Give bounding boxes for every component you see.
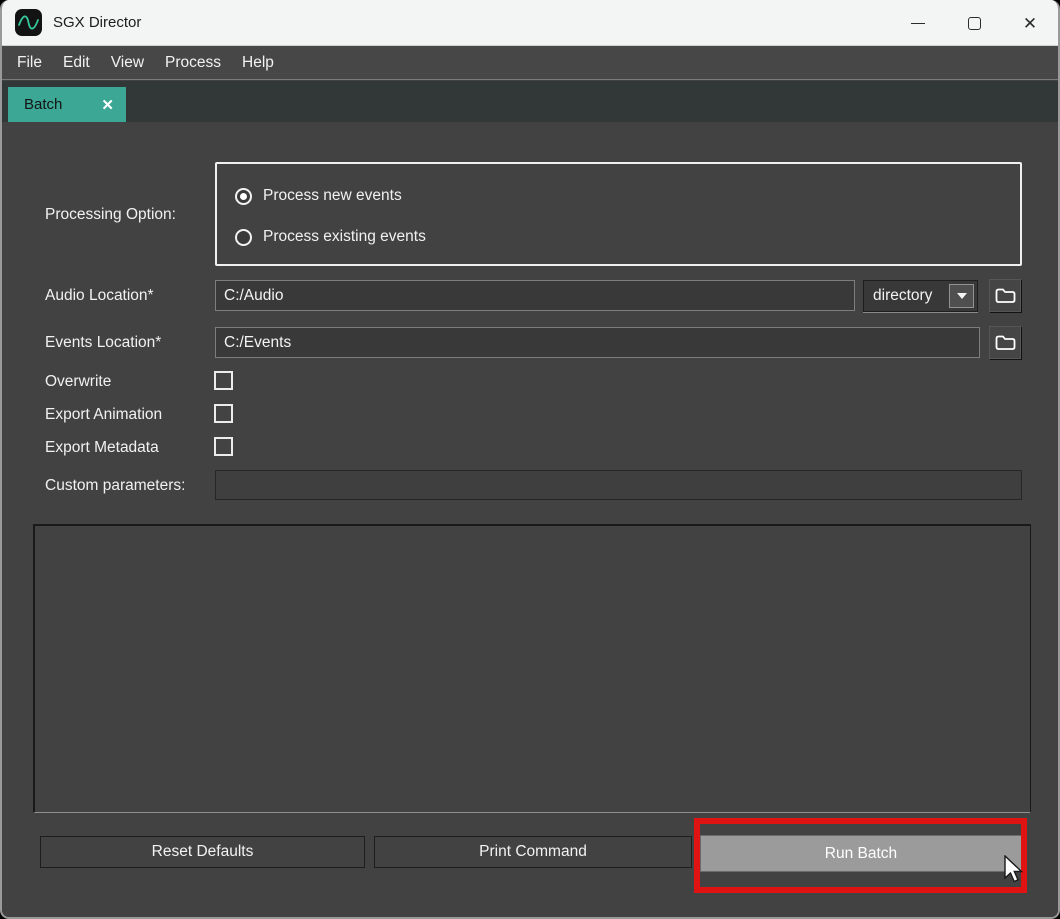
audio-location-input[interactable]: [215, 280, 855, 311]
app-icon: [15, 9, 42, 36]
app-window: SGX Director ✕ File Edit View Process He…: [0, 0, 1060, 919]
export-metadata-label: Export Metadata: [45, 439, 159, 457]
maximize-button[interactable]: [946, 0, 1002, 46]
events-location-browse-button[interactable]: [989, 326, 1021, 359]
audio-location-label: Audio Location*: [45, 287, 154, 305]
menu-view[interactable]: View: [111, 54, 144, 72]
window-controls: ✕: [890, 0, 1058, 46]
maximize-icon: [968, 17, 981, 30]
menu-edit[interactable]: Edit: [63, 54, 90, 72]
minimize-button[interactable]: [890, 0, 946, 46]
radio-dot: [240, 193, 247, 200]
tabbar: Batch ✕: [2, 81, 1058, 122]
batch-panel: Processing Option: Process new events Pr…: [2, 122, 1058, 919]
menu-process[interactable]: Process: [165, 54, 221, 72]
custom-parameters-label: Custom parameters:: [45, 477, 185, 495]
tab-batch[interactable]: Batch ✕: [8, 87, 126, 122]
reset-defaults-button[interactable]: Reset Defaults: [40, 836, 365, 868]
menu-help[interactable]: Help: [242, 54, 274, 72]
export-metadata-checkbox[interactable]: [214, 437, 233, 456]
overwrite-label: Overwrite: [45, 373, 111, 391]
close-icon: ✕: [1023, 15, 1037, 32]
run-batch-button[interactable]: Run Batch: [700, 835, 1022, 872]
radio-label-existing-events: Process existing events: [263, 228, 426, 246]
audio-location-type-dropdown[interactable]: directory: [863, 280, 978, 312]
window-title: SGX Director: [53, 14, 141, 31]
custom-parameters-input[interactable]: [215, 470, 1022, 500]
chevron-down-icon: [957, 293, 967, 299]
radio-process-new-events[interactable]: [235, 188, 252, 205]
close-button[interactable]: ✕: [1002, 0, 1058, 46]
folder-icon: [994, 333, 1017, 352]
folder-icon: [994, 286, 1017, 305]
export-animation-checkbox[interactable]: [214, 404, 233, 423]
menu-file[interactable]: File: [17, 54, 42, 72]
radio-process-existing-events[interactable]: [235, 229, 252, 246]
radio-row-new-events[interactable]: Process new events: [235, 187, 402, 205]
output-console[interactable]: [33, 524, 1031, 813]
sine-wave-icon: [15, 9, 42, 36]
tab-close-icon[interactable]: ✕: [101, 96, 114, 114]
audio-location-browse-button[interactable]: [989, 279, 1021, 312]
radio-row-existing-events[interactable]: Process existing events: [235, 228, 426, 246]
dropdown-arrow-button[interactable]: [949, 284, 974, 308]
export-animation-label: Export Animation: [45, 406, 162, 424]
menubar: File Edit View Process Help: [2, 46, 1058, 80]
events-location-input[interactable]: [215, 327, 980, 358]
events-location-label: Events Location*: [45, 334, 161, 352]
processing-option-group: Process new events Process existing even…: [215, 162, 1022, 266]
titlebar: SGX Director ✕: [2, 0, 1058, 46]
tab-batch-label: Batch: [24, 96, 101, 113]
radio-label-new-events: Process new events: [263, 187, 402, 205]
print-command-button[interactable]: Print Command: [374, 836, 692, 868]
minimize-icon: [911, 23, 925, 24]
processing-option-label: Processing Option:: [45, 206, 176, 224]
dropdown-selected-value: directory: [864, 287, 949, 305]
overwrite-checkbox[interactable]: [214, 371, 233, 390]
